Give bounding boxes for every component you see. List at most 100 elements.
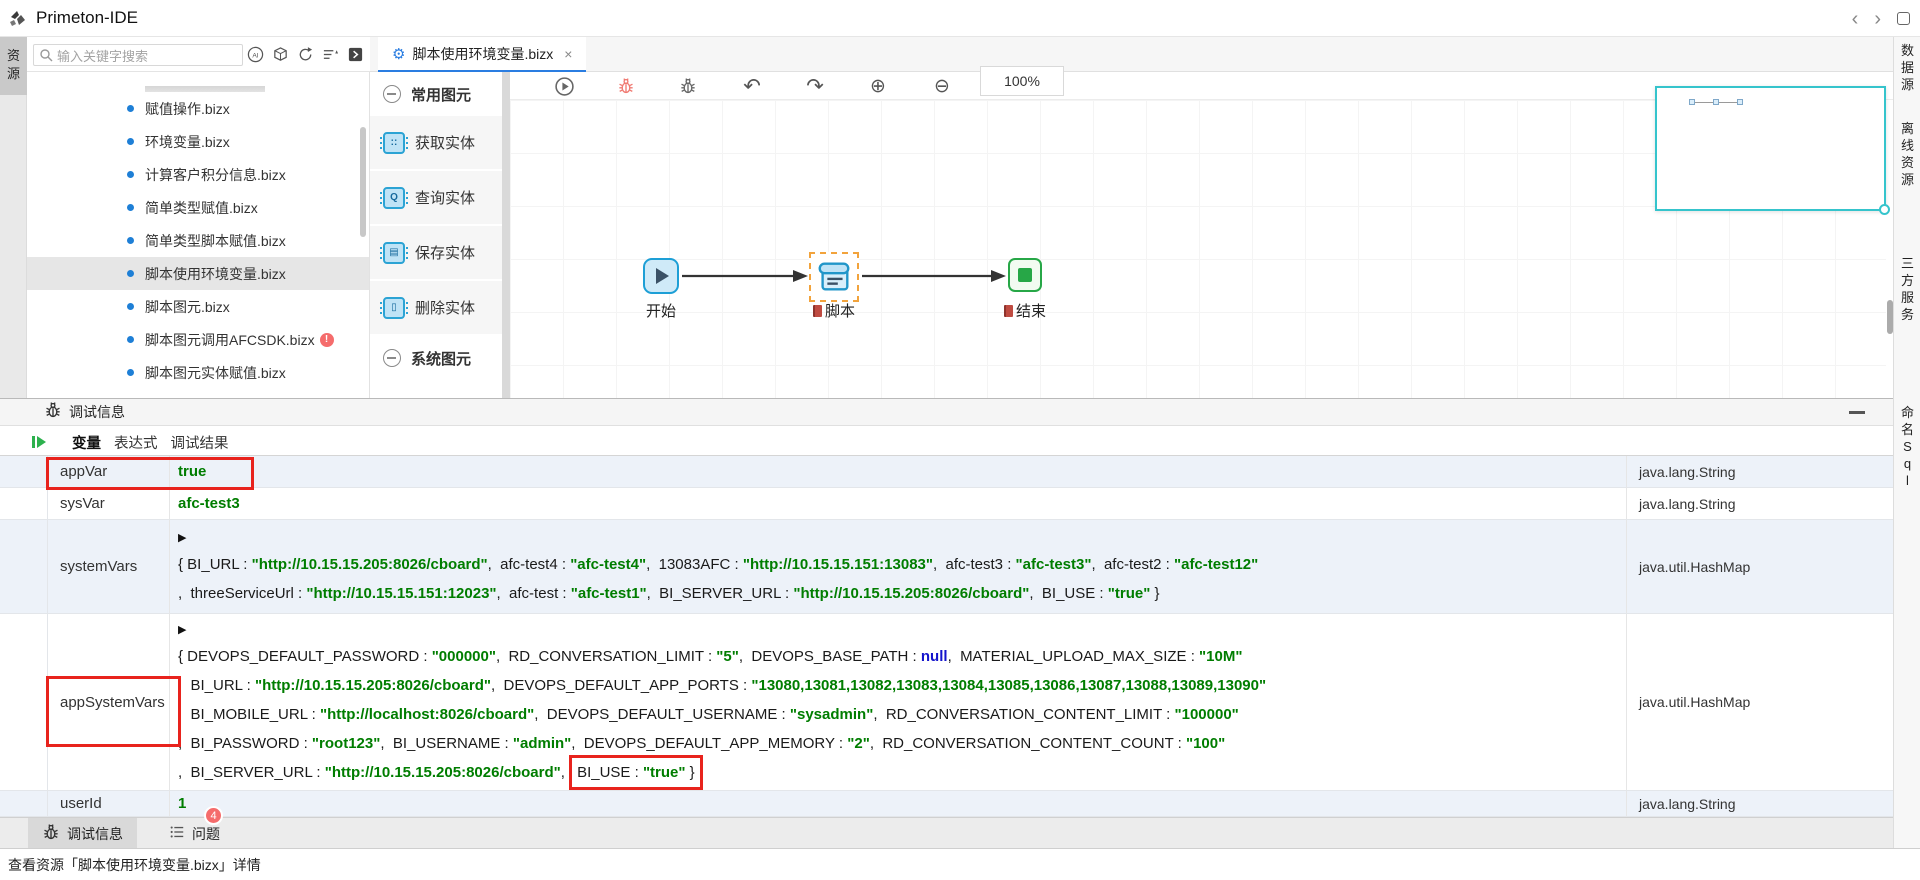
tree-item[interactable]: 教师新增服务.bizx [27,389,369,398]
left-rail-tab-resources[interactable]: 资源 [0,37,27,95]
node-start[interactable] [643,258,679,294]
title-bar: Primeton-IDE ‹ › [0,0,1920,37]
node-end[interactable] [1008,258,1042,292]
right-rail-item[interactable]: 离线资源 [1894,120,1920,188]
var-name: appSystemVars [48,614,170,790]
palette-group-header[interactable]: 系统图元 [370,336,502,380]
refresh-icon[interactable] [296,46,314,64]
file-bullet-icon [127,369,134,376]
window-icon[interactable] [1897,12,1910,25]
minimap-resize-handle[interactable] [1879,204,1890,215]
primeton-ide-window: Primeton-IDE ‹ › 资源 输入关键字搜索 AI 赋值操作.bizx… [0,0,1920,880]
node-script-selection[interactable] [809,252,859,302]
tab-close-icon[interactable]: × [564,46,572,62]
debug-var-row[interactable]: appSystemVars▶{ DEVOPS_DEFAULT_PASSWORD … [0,614,1893,791]
canvas-minimap[interactable] [1655,86,1886,211]
bug-icon [42,823,60,844]
bottom-tab-调试信息[interactable]: 调试信息 [28,818,137,849]
node-label-script: 脚本 [789,300,879,321]
minimize-icon[interactable] [1849,411,1865,414]
palette-group-label: 常用图元 [411,84,471,105]
palette-item[interactable]: ::获取实体 [370,116,502,169]
run-icon[interactable] [552,74,576,98]
debug-tab-表达式[interactable]: 表达式 [114,432,158,453]
right-rail-item[interactable]: 三方服务 [1894,255,1920,323]
tree-item[interactable]: 计算客户积分信息.bizx [27,158,369,191]
file-bullet-icon [127,105,134,112]
right-rail-item[interactable]: 命名Sql [1894,404,1920,489]
tree-item-label: 环境变量.bizx [145,132,230,152]
debug-run-icon[interactable] [614,74,638,98]
var-name: userId [48,791,170,816]
right-rail-label-char: 服 [1894,289,1920,306]
file-bullet-icon [127,204,134,211]
tree-item[interactable]: 简单类型脚本赋值.bizx [27,224,369,257]
node-label-end: 结束 [980,300,1070,321]
zoom-in-icon[interactable]: ⊕ [866,74,890,98]
redo-icon[interactable]: ↷ [803,74,827,98]
debug-var-row[interactable]: appVartruejava.lang.String [0,456,1893,488]
app-logo-icon [8,8,28,28]
debug-var-row[interactable]: userId1java.lang.String [0,791,1893,817]
palette-item[interactable]: ▤保存实体 [370,226,502,279]
tree-item[interactable]: 脚本图元.bizx [27,290,369,323]
tree-item[interactable]: 脚本图元调用AFCSDK.bizx! [27,323,369,356]
problems-count-badge: 4 [204,806,223,825]
locate-file-icon[interactable] [346,46,364,64]
nav-back-icon[interactable]: ‹ [1852,9,1859,29]
script-node-icon [815,258,853,296]
search-input[interactable]: 输入关键字搜索 [33,44,243,66]
package-icon[interactable] [271,46,289,64]
undo-icon[interactable]: ↶ [740,74,764,98]
sort-icon[interactable] [321,46,339,64]
tree-item[interactable]: 赋值操作.bizx [27,92,369,125]
palette-group-header[interactable]: 常用图元 [370,72,502,116]
palette-divider [502,72,510,398]
tree-item-label: 脚本图元实体赋值.bizx [145,363,286,383]
debug-tab-变量[interactable]: 变量 [72,432,101,453]
palette-item[interactable]: ▯删除实体 [370,281,502,334]
breakpoint-marker-icon [813,305,822,317]
var-name: systemVars [48,520,170,613]
var-value: ▶{ DEVOPS_DEFAULT_PASSWORD : "000000", R… [170,614,1627,790]
ai-icon[interactable]: AI [246,46,264,64]
tree-item[interactable]: 脚本图元实体赋值.bizx [27,356,369,389]
tree-item-label: 脚本使用环境变量.bizx [145,264,286,284]
debug-subtabs: 变量表达式调试结果 [0,426,1893,456]
element-palette: 常用图元::获取实体Q查询实体▤保存实体▯删除实体系统图元 [370,72,502,398]
left-rail-label-char: 源 [0,65,27,83]
bizx-file-icon: ⚙ [392,45,405,63]
resume-icon[interactable] [29,432,49,452]
collapse-icon[interactable] [383,349,401,367]
minimap-node [1737,99,1743,105]
debug-icon[interactable] [676,74,700,98]
zoom-level-select[interactable]: 100% [980,66,1064,96]
collapse-icon[interactable] [383,85,401,103]
resource-explorer: 输入关键字搜索 AI 赋值操作.bizx 环境变量.bizx 计算客户积分信息.bi… [27,37,370,398]
left-rail-label-char: 资 [0,47,27,65]
expand-arrow[interactable]: ▶ [178,618,1626,642]
tree-item[interactable]: 脚本使用环境变量.bizx [27,257,369,290]
tree-item[interactable]: 环境变量.bizx [27,125,369,158]
debug-var-row[interactable]: sysVarafc-test3java.lang.String [0,488,1893,520]
editor-tab-active[interactable]: ⚙ 脚本使用环境变量.bizx × [378,37,586,72]
bottom-tab-问题[interactable]: 问题 [155,818,234,849]
debug-panel-header: 调试信息 [0,399,1893,426]
var-name: sysVar [48,488,170,519]
palette-item-label: 保存实体 [415,242,475,263]
var-value: ▶{ BI_URL : "http://10.15.15.205:8026/cb… [170,520,1627,613]
debug-tab-调试结果[interactable]: 调试结果 [171,432,229,453]
nav-forward-icon[interactable]: › [1874,9,1881,29]
tree-item-clipped [27,72,369,92]
debug-var-row[interactable]: systemVars▶{ BI_URL : "http://10.15.15.2… [0,520,1893,614]
expand-arrow[interactable]: ▶ [178,526,1626,550]
tree-scrollbar[interactable] [360,127,366,237]
tree-item-label: 简单类型赋值.bizx [145,198,258,218]
palette-item[interactable]: Q查询实体 [370,171,502,224]
right-rail-label-char: 方 [1894,272,1920,289]
canvas-scrollbar[interactable] [1887,300,1893,334]
zoom-out-icon[interactable]: ⊖ [930,74,954,98]
file-tree: 赋值操作.bizx 环境变量.bizx 计算客户积分信息.bizx 简单类型赋值.bi… [27,72,369,398]
tree-item[interactable]: 简单类型赋值.bizx [27,191,369,224]
right-rail-item[interactable]: 数据源 [1894,42,1920,93]
